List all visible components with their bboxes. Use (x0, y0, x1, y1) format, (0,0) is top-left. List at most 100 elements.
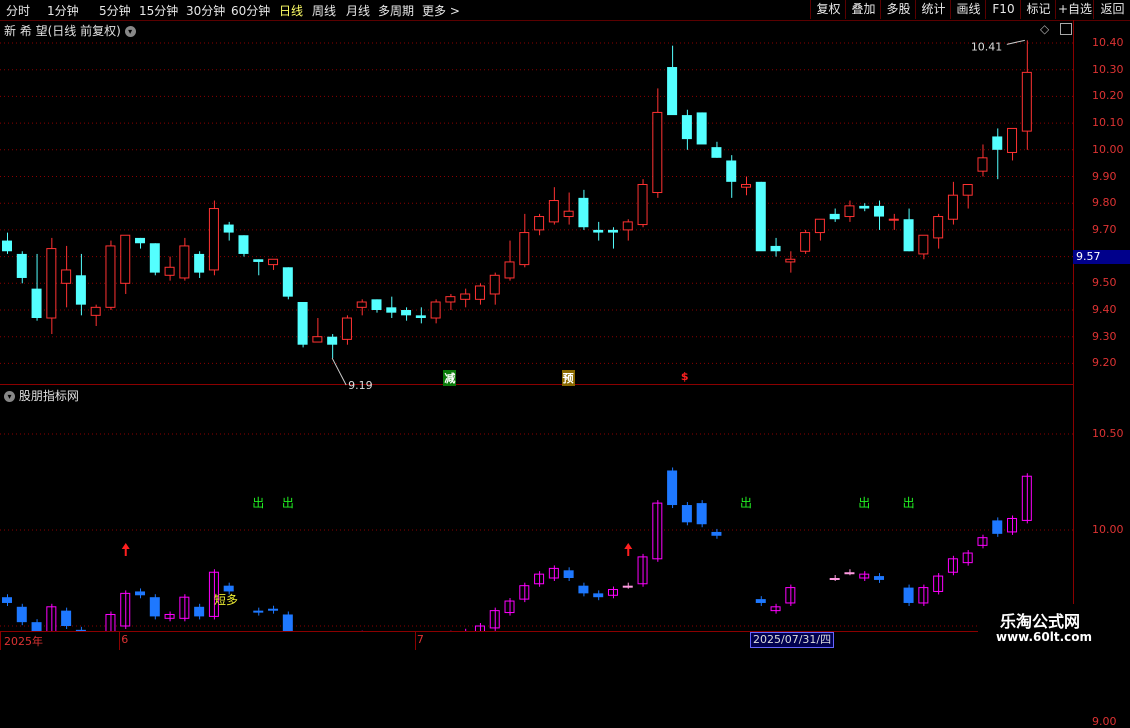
date-tick (414, 632, 416, 650)
high-arrow (1006, 39, 1025, 45)
indicator-name: 股朋指标网 (18, 389, 79, 403)
candle-body (253, 259, 264, 262)
toolbar-tab-4[interactable]: 30分钟 (186, 2, 225, 19)
toolbar-tab-6[interactable]: 日线 (279, 2, 303, 19)
date-tick (119, 632, 121, 650)
toolbar-button-5[interactable]: F10 (985, 0, 1021, 19)
chevron-down-icon[interactable]: ▾ (4, 391, 15, 402)
toolbar-button-0[interactable]: 复权 (810, 0, 846, 19)
candle-body (105, 245, 116, 308)
toolbar-tab-8[interactable]: 月线 (346, 2, 370, 19)
candle-body (489, 274, 500, 295)
price-tick-label: 9.50 (1092, 276, 1117, 290)
price-tick-label: 9.30 (1092, 329, 1117, 343)
toolbar-button-1[interactable]: 叠加 (845, 0, 881, 19)
candle-body (726, 160, 737, 182)
candle-body (401, 310, 412, 316)
price-tick-label: 9.70 (1092, 222, 1117, 236)
exit-signal-label: 出 (902, 496, 915, 510)
candle-body (741, 184, 751, 188)
date-label: 2025年 (4, 635, 43, 648)
exit-signal-label: 出 (740, 496, 753, 510)
candle-body (46, 248, 57, 319)
price-tick-label: 9.90 (1092, 169, 1117, 183)
candle-body (208, 208, 219, 271)
candle-body (445, 296, 456, 303)
toolbar-button-4[interactable]: 画线 (950, 0, 986, 19)
price-tick-label: 10.30 (1092, 62, 1124, 76)
indicator-tick-label: 10.50 (1092, 427, 1124, 440)
candle-body (696, 112, 707, 145)
candle-body (962, 184, 973, 196)
candle-body (504, 261, 515, 279)
chart-canvas[interactable]: 10.41 9.19 (0, 20, 1073, 631)
candle-body (327, 336, 338, 345)
toolbar-button-3[interactable]: 统计 (915, 0, 951, 19)
candle-body (460, 293, 471, 300)
high-price-label: 10.41 (971, 40, 1003, 53)
candle-body (593, 229, 604, 233)
cursor-date-box: 2025/07/31/四 (750, 632, 835, 648)
candle-body (31, 288, 42, 319)
candle-body (90, 306, 101, 316)
toolbar-tab-5[interactable]: 60分钟 (231, 2, 270, 19)
candle-body (933, 216, 944, 239)
toolbar-button-7[interactable]: +自选 (1055, 0, 1094, 19)
candle-body (711, 147, 722, 158)
signal-marker: 减 (443, 370, 457, 386)
toolbar-tab-10[interactable]: 更多 > (422, 2, 460, 19)
toolbar-tab-2[interactable]: 5分钟 (99, 2, 131, 19)
toolbar-button-8[interactable]: 返回 (1093, 0, 1130, 19)
candle-body (268, 258, 279, 266)
candle-body (548, 200, 559, 223)
low-price-label: 9.19 (348, 379, 373, 392)
candle-body (179, 245, 190, 279)
price-tick-label: 10.00 (1092, 142, 1124, 156)
candle-body (371, 299, 382, 310)
candle-body (652, 111, 663, 194)
candle-body (474, 285, 485, 300)
toolbar-tab-9[interactable]: 多周期 (378, 2, 414, 19)
indicator-tick-label: 9.00 (1092, 715, 1117, 728)
toolbar-tab-7[interactable]: 周线 (312, 2, 336, 19)
date-axis: 2025年 6 7 (0, 631, 1073, 651)
indicator-bar (31, 622, 42, 631)
candle-body (415, 315, 426, 319)
candle-body (2, 240, 12, 252)
candle-body (149, 243, 160, 273)
candle-body (164, 266, 175, 276)
date-tick (0, 632, 1, 650)
watermark-url: www.60lt.com (996, 630, 1093, 644)
price-tick-label: 9.40 (1092, 303, 1117, 316)
signal-marker: 预 (561, 370, 575, 386)
indicator-title: ▾ 股朋指标网 (4, 387, 79, 404)
toolbar-button-2[interactable]: 多股 (880, 0, 916, 19)
indicator-bar (61, 610, 72, 626)
signal-marker: $ (679, 370, 690, 383)
candle-body (238, 235, 249, 254)
toolbar-tab-3[interactable]: 15分钟 (139, 2, 178, 19)
candle-body (135, 237, 146, 244)
current-price-marker: 9.57 (1073, 250, 1130, 264)
price-tick-label: 10.20 (1092, 89, 1124, 103)
low-arrow (331, 357, 347, 386)
candle-body (519, 232, 530, 266)
indicator-bar (120, 592, 131, 627)
watermark-name: 乐淘公式网 (1000, 612, 1081, 631)
candle-body (607, 229, 618, 233)
candle-body (977, 157, 988, 172)
candle-body (814, 218, 825, 234)
price-tick-label: 10.10 (1092, 116, 1124, 130)
candle-body (223, 224, 234, 233)
candle-body (194, 253, 205, 273)
candle-body (282, 267, 293, 297)
candle-body (386, 307, 397, 313)
toolbar-tab-1[interactable]: 1分钟 (47, 2, 79, 19)
candle-body (681, 115, 692, 140)
candle-body (578, 197, 589, 228)
exit-signal-label: 出 (858, 496, 871, 510)
toolbar-tab-0[interactable]: 分时 (6, 2, 30, 19)
up-arrow-icon (121, 543, 130, 549)
candle-body (844, 205, 855, 218)
toolbar-button-6[interactable]: 标记 (1020, 0, 1056, 19)
